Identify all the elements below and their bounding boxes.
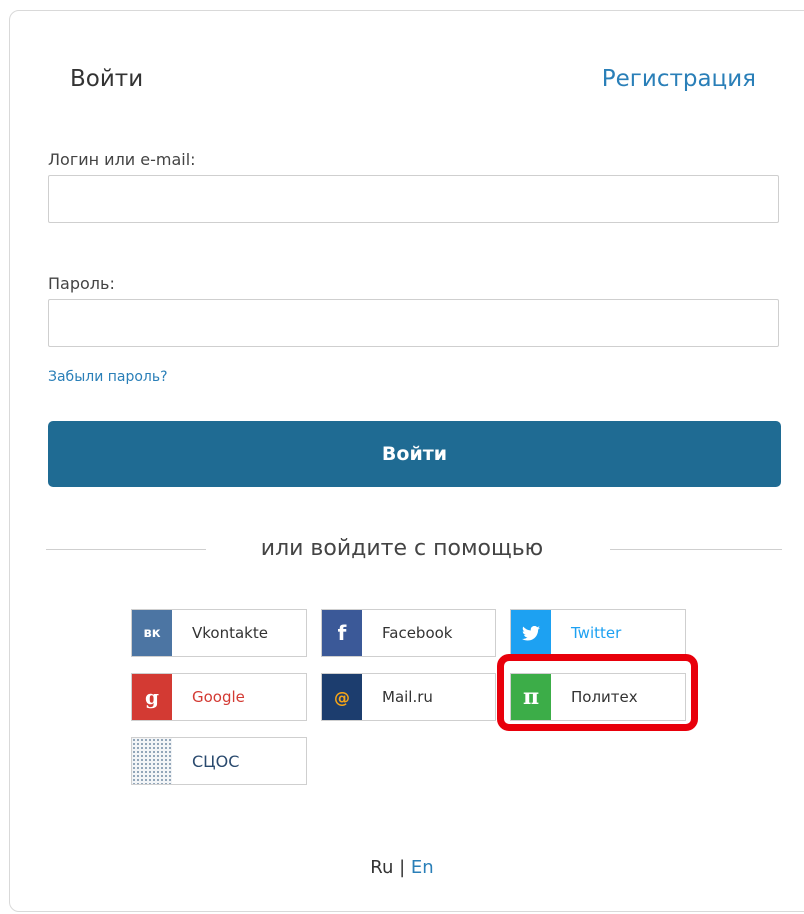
language-switcher: Ru | En [0,857,804,878]
google-label: Google [192,688,245,706]
vk-label: Vkontakte [192,624,268,642]
login-button[interactable]: Войти [48,421,781,487]
login-tab[interactable]: Войти [70,66,143,92]
vk-icon: вк [132,610,172,656]
google-login-button[interactable]: g Google [131,673,307,721]
login-label: Логин или e-mail: [48,150,196,169]
lang-ru[interactable]: Ru [370,857,393,878]
scos-login-button[interactable]: СЦОС [131,737,307,785]
divider-line-right [610,549,782,550]
google-icon: g [132,674,172,720]
facebook-label: Facebook [382,624,453,642]
mailru-icon: @ [322,674,362,720]
scos-label: СЦОС [192,751,240,771]
password-label: Пароль: [48,274,115,293]
facebook-login-button[interactable]: f Facebook [321,609,496,657]
lang-separator: | [393,857,411,878]
highlight-annotation [497,654,698,731]
scos-icon [132,738,172,784]
mailru-label: Mail.ru [382,688,433,706]
mailru-login-button[interactable]: @ Mail.ru [321,673,496,721]
forgot-password-link[interactable]: Забыли пароль? [48,369,168,385]
twitter-label: Twitter [571,624,622,642]
vk-login-button[interactable]: вк Vkontakte [131,609,307,657]
register-link[interactable]: Регистрация [602,66,756,92]
facebook-icon: f [322,610,362,656]
lang-en[interactable]: En [411,857,434,878]
login-input[interactable] [48,175,779,223]
twitter-icon [511,610,551,656]
twitter-login-button[interactable]: Twitter [510,609,686,657]
password-input[interactable] [48,299,779,347]
